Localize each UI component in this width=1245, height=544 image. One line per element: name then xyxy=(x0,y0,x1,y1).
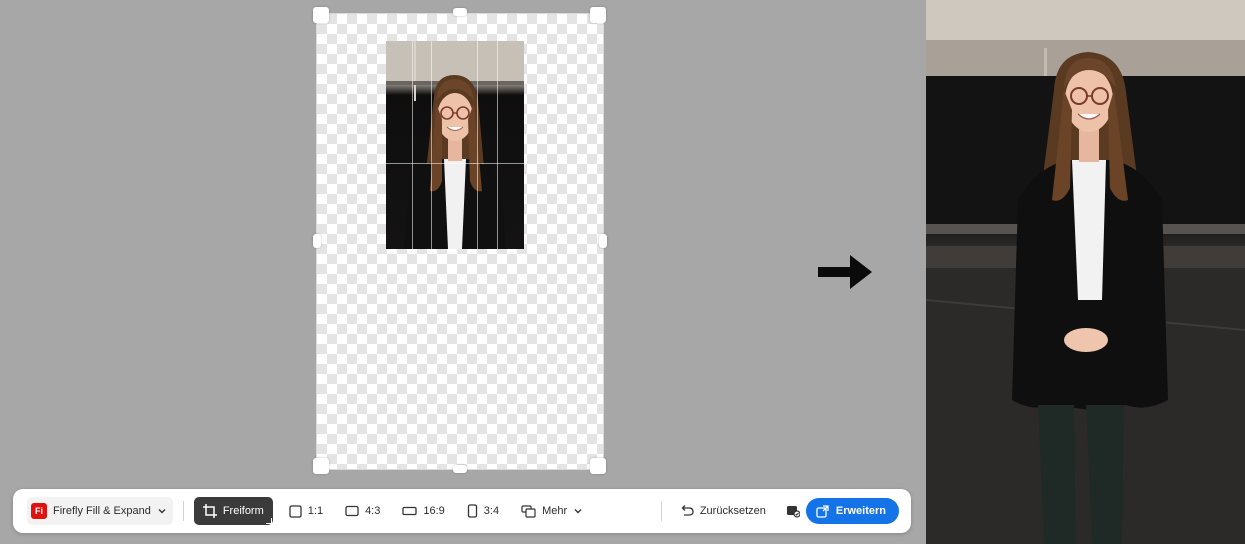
image-preview-icon xyxy=(786,504,800,518)
portrait-34-icon xyxy=(467,504,478,518)
person-figure xyxy=(386,41,524,249)
original-photo xyxy=(386,41,524,249)
canvas-workspace xyxy=(0,0,926,544)
more-label: Mehr xyxy=(542,505,568,517)
crop-handle-top[interactable] xyxy=(453,8,467,16)
toolbar-divider xyxy=(660,501,662,521)
crop-icon xyxy=(202,504,217,518)
square-ratio-icon xyxy=(289,504,302,518)
ratio-label: 1:1 xyxy=(307,505,324,517)
reset-label: Zurücksetzen xyxy=(699,505,766,517)
crop-handle-top-left[interactable] xyxy=(313,7,329,23)
undo-icon xyxy=(680,505,694,517)
crop-handle-right[interactable] xyxy=(599,234,607,248)
expand-button[interactable]: Erweitern xyxy=(805,498,899,524)
freeform-label: Freiform xyxy=(222,505,264,517)
app-switcher-label: Firefly Fill & Expand xyxy=(53,505,151,517)
reset-button[interactable]: Zurücksetzen xyxy=(672,497,774,525)
expand-label: Erweitern xyxy=(835,505,886,517)
crop-handle-bottom[interactable] xyxy=(453,465,467,473)
crop-handle-bottom-left[interactable] xyxy=(313,458,329,474)
landscape-43-icon xyxy=(345,505,359,517)
ratio-4-3-button[interactable]: 4:3 xyxy=(337,497,388,525)
ratio-label: 3:4 xyxy=(483,505,500,517)
freeform-crop-button[interactable]: Freiform xyxy=(193,497,273,525)
arrow-right-icon xyxy=(818,255,872,289)
expand-icon xyxy=(816,504,829,518)
aspect-more-icon xyxy=(521,504,536,518)
toolbar-divider xyxy=(182,501,184,521)
ratio-label: 4:3 xyxy=(365,505,381,517)
ratio-3-4-button[interactable]: 3:4 xyxy=(459,497,507,525)
crop-handle-top-right[interactable] xyxy=(590,7,606,23)
ratio-16-9-button[interactable]: 16:9 xyxy=(394,497,452,525)
preview-button[interactable] xyxy=(780,497,806,525)
crop-handle-left[interactable] xyxy=(313,234,321,248)
crop-toolbar: Fi Firefly Fill & Expand Freiform 1:1 4:… xyxy=(13,489,911,533)
wide-169-icon xyxy=(402,506,418,516)
chevron-down-icon xyxy=(157,506,167,516)
crop-handle-bottom-right[interactable] xyxy=(590,458,606,474)
expanded-result-photo xyxy=(926,0,1245,544)
more-ratios-dropdown[interactable]: Mehr xyxy=(513,497,591,525)
ratio-1-1-button[interactable]: 1:1 xyxy=(281,497,331,525)
ratio-label: 16:9 xyxy=(423,505,445,517)
firefly-app-icon: Fi xyxy=(31,503,47,519)
chevron-down-icon xyxy=(573,506,583,516)
app-switcher-dropdown[interactable]: Fi Firefly Fill & Expand xyxy=(27,497,173,525)
